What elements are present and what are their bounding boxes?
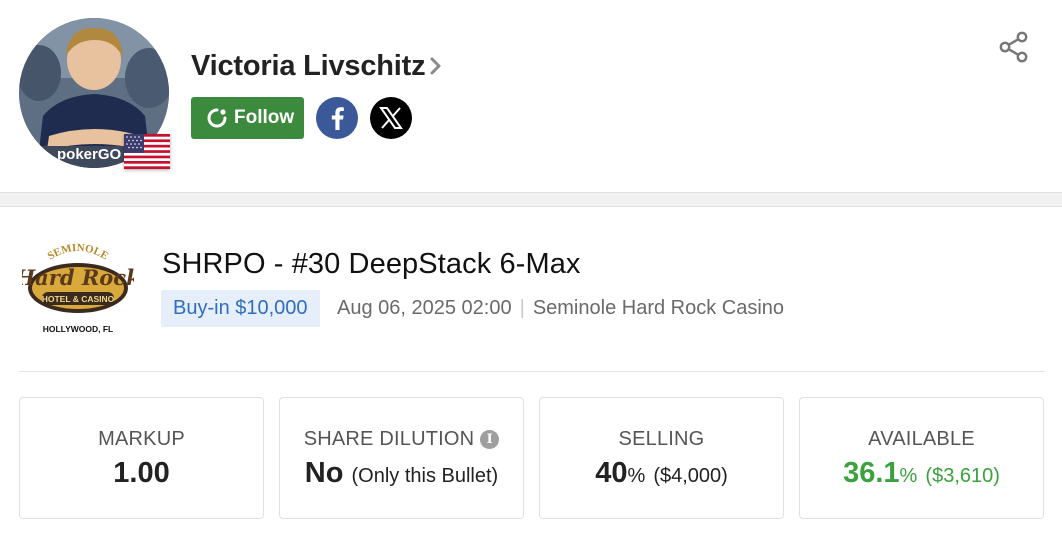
player-name[interactable]: Victoria Livschitz xyxy=(191,50,426,83)
svg-text:SEMINOLE: SEMINOLE xyxy=(46,242,111,263)
player-header: pokerGO Victoria Livschitz Follow xyxy=(0,0,1062,192)
stat-card-markup: MARKUP 1.00 xyxy=(19,397,264,519)
available-amount: ($3,610) xyxy=(925,465,1000,487)
stat-label: AVAILABLE xyxy=(868,428,975,450)
logo-text-main: Hard Rock xyxy=(22,265,134,290)
stat-label: SELLING xyxy=(618,428,705,450)
event-venue[interactable]: Seminole Hard Rock Casino xyxy=(533,297,784,319)
x-icon xyxy=(379,107,403,129)
follow-label: Follow xyxy=(234,107,295,128)
event-title: SHRPO - #30 DeepStack 6-Max xyxy=(162,248,581,280)
dilution-value: No xyxy=(304,457,344,489)
dilution-note: (Only this Bullet) xyxy=(351,465,499,487)
markup-value: 1.00 xyxy=(113,457,170,489)
share-icon[interactable] xyxy=(997,30,1031,64)
stat-value: 36.1% ($3,610) xyxy=(800,457,1043,490)
stat-value: No (Only this Bullet) xyxy=(280,457,523,490)
horizontal-divider xyxy=(19,371,1044,372)
selling-value: 40 xyxy=(595,457,628,489)
dilution-label: SHARE DILUTION xyxy=(303,428,475,450)
stat-value: 40% ($4,000) xyxy=(540,457,783,490)
facebook-button[interactable] xyxy=(316,97,358,139)
logo-text-band: HOTEL & CASINO xyxy=(42,294,115,304)
avatar-watermark: pokerGO xyxy=(57,146,122,163)
selling-amount: ($4,000) xyxy=(653,465,728,487)
available-value: 36.1 xyxy=(843,457,900,489)
event-meta: Aug 06, 2025 02:00 | Seminole Hard Rock Ca… xyxy=(337,297,784,320)
info-icon[interactable]: i xyxy=(480,430,500,449)
x-button[interactable] xyxy=(370,97,412,139)
section-divider xyxy=(0,192,1062,207)
available-unit: % xyxy=(899,465,918,487)
logo-text-bottom: HOLLYWOOD, FL xyxy=(43,324,114,334)
selling-unit: % xyxy=(627,465,646,487)
buyin-badge: Buy-in $10,000 xyxy=(161,290,320,327)
stat-value: 1.00 xyxy=(20,457,263,490)
meta-separator: | xyxy=(519,297,525,319)
facebook-icon xyxy=(331,107,344,130)
refresh-icon xyxy=(207,108,227,128)
stat-card-share-dilution: SHARE DILUTION i No (Only this Bullet) xyxy=(279,397,524,519)
stat-card-selling: SELLING 40% ($4,000) xyxy=(539,397,784,519)
us-flag-icon xyxy=(124,134,170,169)
stat-card-available: AVAILABLE 36.1% ($3,610) xyxy=(799,397,1044,519)
stat-label: MARKUP xyxy=(98,428,185,450)
logo-text-top: SEMINOLE xyxy=(46,242,111,263)
event-datetime: Aug 06, 2025 02:00 xyxy=(337,297,512,319)
hard-rock-logo: SEMINOLE Hard Rock HOTEL & CASINO HOLLYW… xyxy=(22,242,134,334)
chevron-right-icon[interactable] xyxy=(427,53,445,79)
stat-label: SHARE DILUTION i xyxy=(280,428,523,451)
follow-button[interactable]: Follow xyxy=(191,97,304,139)
